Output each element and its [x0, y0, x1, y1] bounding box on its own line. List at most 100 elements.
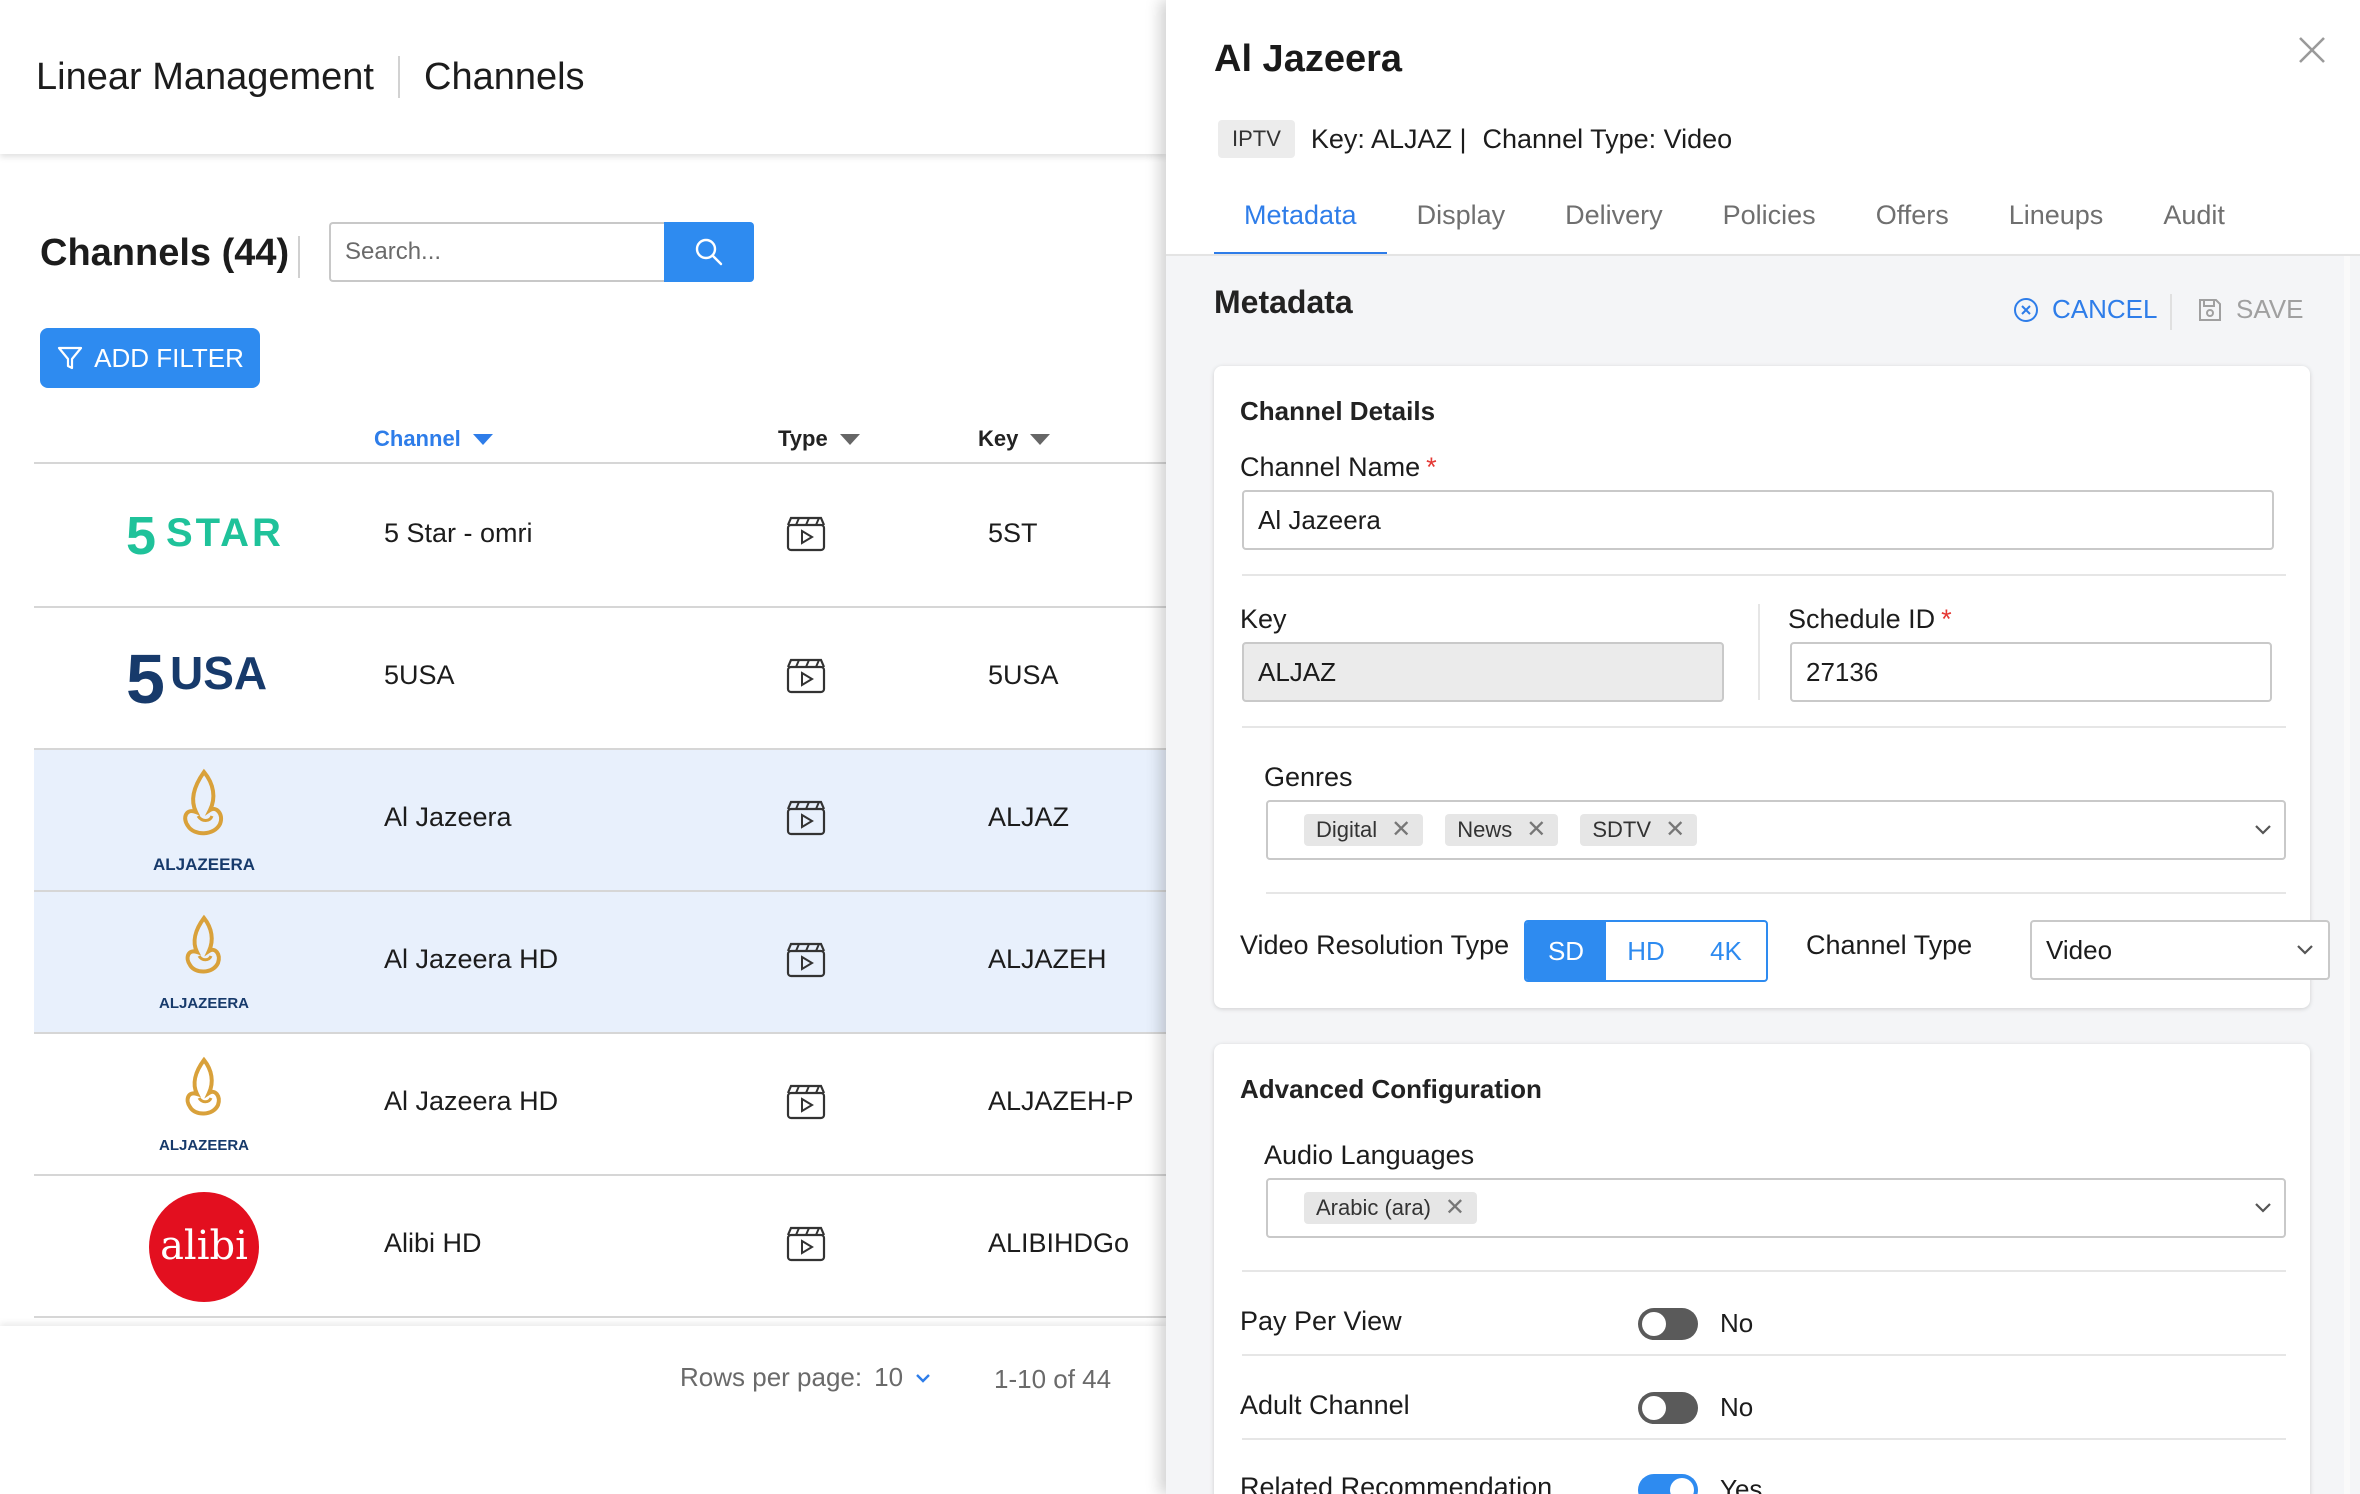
resolution-option-hd[interactable]: HD: [1606, 922, 1686, 980]
genre-chip: News ✕: [1445, 814, 1559, 846]
audio-languages-select[interactable]: Arabic (ara) ✕: [1266, 1178, 2286, 1238]
resolution-option-sd[interactable]: SD: [1526, 922, 1606, 980]
cancel-button[interactable]: CANCEL: [2012, 294, 2157, 325]
video-clapper-icon: [786, 942, 826, 978]
video-resolution-label: Video Resolution Type: [1240, 930, 1510, 960]
pagination-range: 1-10 of 44: [994, 1364, 1112, 1394]
channel-details-card: Channel Details Channel Name * Al Jazeera…: [1214, 366, 2330, 1008]
table-row[interactable]: 5 STAR 5 Star - omri 5ST: [34, 466, 1166, 608]
channel-logo-aljazeera: ALJAZEERA: [124, 908, 284, 1018]
title-divider: [298, 236, 300, 278]
svg-text:5: 5: [126, 506, 156, 566]
adult-channel-value: No: [1720, 1392, 1754, 1422]
table-row[interactable]: 5 USA 5USA 5USA: [34, 608, 1166, 750]
divider: [1242, 1354, 2286, 1356]
rows-per-page[interactable]: Rows per page: 10: [680, 1362, 931, 1393]
column-header-type[interactable]: Type: [778, 426, 860, 452]
chip-remove-icon[interactable]: ✕: [1665, 818, 1685, 842]
genre-chip: SDTV ✕: [1580, 814, 1698, 846]
vertical-divider: [1758, 604, 1760, 700]
channel-key: ALIBIHDGo: [988, 1228, 1130, 1258]
adult-channel-toggle[interactable]: [1638, 1392, 1698, 1424]
chevron-down-icon[interactable]: [2254, 824, 2272, 836]
resolution-option-4k[interactable]: 4K: [1686, 922, 1766, 980]
video-clapper-icon: [786, 1226, 826, 1262]
divider: [1266, 892, 2286, 894]
chevron-down-icon[interactable]: [2296, 944, 2314, 956]
chip-remove-icon[interactable]: ✕: [1391, 818, 1411, 842]
table-row[interactable]: alibi Alibi HD ALIBIHDGo: [34, 1176, 1166, 1318]
close-icon[interactable]: [2294, 32, 2330, 68]
chip-label: Digital: [1316, 817, 1378, 842]
tab-offers[interactable]: Offers: [1846, 190, 1979, 256]
key-field: ALJAZ: [1242, 642, 1724, 702]
tab-audit[interactable]: Audit: [2133, 190, 2255, 256]
video-clapper-icon: [786, 800, 826, 836]
tab-delivery[interactable]: Delivery: [1535, 190, 1693, 256]
related-recommendation-label: Related Recommendation: [1240, 1472, 1553, 1494]
add-filter-label: ADD FILTER: [94, 342, 244, 373]
table-row[interactable]: ALJAZEERA Al Jazeera ALJAZ: [34, 750, 1166, 892]
required-marker: *: [1941, 604, 1952, 634]
tab-metadata[interactable]: Metadata: [1214, 190, 1387, 256]
table-row[interactable]: ALJAZEERA Al Jazeera HD ALJAZEH-P: [34, 1034, 1166, 1176]
required-marker: *: [1426, 452, 1437, 482]
sort-caret-icon: [472, 433, 493, 445]
tab-policies[interactable]: Policies: [1693, 190, 1846, 256]
related-recommendation-toggle[interactable]: [1638, 1474, 1698, 1494]
pay-per-view-toggle[interactable]: [1638, 1308, 1698, 1340]
chevron-down-icon[interactable]: [915, 1372, 931, 1384]
toggle-knob: [1642, 1396, 1666, 1420]
video-resolution-toggle: SD HD 4K: [1524, 920, 1768, 982]
search-input[interactable]: [345, 238, 665, 266]
breadcrumb-linear-management[interactable]: Linear Management: [36, 56, 374, 99]
channel-name: 5 Star - omri: [384, 518, 533, 548]
key-label: Key: [1240, 604, 1287, 634]
column-header-key[interactable]: Key: [978, 426, 1051, 452]
svg-text:ALJAZEERA: ALJAZEERA: [159, 1137, 249, 1154]
channel-name-field[interactable]: Al Jazeera: [1242, 490, 2274, 550]
save-button[interactable]: SAVE: [2196, 294, 2303, 325]
divider: [1242, 574, 2286, 576]
panel-scrollbar[interactable]: [2344, 256, 2350, 1494]
divider: [1242, 726, 2286, 728]
channel-key: ALJAZ: [988, 802, 1070, 832]
channel-meta: IPTV Key: ALJAZ | Channel Type: Video: [1218, 120, 1732, 158]
save-icon: [2199, 298, 2221, 321]
tab-lineups[interactable]: Lineups: [1979, 190, 2134, 256]
add-filter-button[interactable]: ADD FILTER: [40, 328, 260, 388]
video-clapper-icon: [786, 1084, 826, 1120]
schedule-id-field[interactable]: 27136: [1790, 642, 2272, 702]
adult-channel-label: Adult Channel: [1240, 1390, 1410, 1420]
chevron-down-icon[interactable]: [2254, 1202, 2272, 1214]
pagination-footer: Rows per page: 10 1-10 of 44: [0, 1326, 1166, 1494]
pay-per-view-label: Pay Per View: [1240, 1306, 1402, 1336]
channel-key: ALJAZEH-P: [988, 1086, 1134, 1116]
genres-select[interactable]: Digital ✕ News ✕ SDTV ✕: [1266, 800, 2286, 860]
chip-remove-icon[interactable]: ✕: [1445, 1196, 1465, 1220]
iptv-badge: IPTV: [1218, 120, 1295, 158]
search-button[interactable]: [664, 222, 754, 282]
audio-language-chip: Arabic (ara) ✕: [1304, 1192, 1478, 1224]
table-row[interactable]: ALJAZEERA Al Jazeera HD ALJAZEH: [34, 892, 1166, 1034]
schedule-id-label: Schedule ID *: [1788, 604, 1952, 635]
channel-logo-5star: 5 STAR: [124, 482, 284, 592]
channel-type-select[interactable]: Video: [2030, 920, 2330, 980]
cancel-circle-icon: [2014, 297, 2038, 322]
chip-remove-icon[interactable]: ✕: [1526, 818, 1546, 842]
search-field[interactable]: [329, 222, 665, 282]
tab-display[interactable]: Display: [1387, 190, 1536, 256]
channel-type-value: Video: [2046, 934, 2113, 965]
channel-name-label-text: Channel Name: [1240, 452, 1421, 482]
detail-tabs: Metadata Display Delivery Policies Offer…: [1214, 190, 2255, 256]
card-title: Advanced Configuration: [1240, 1074, 1542, 1104]
svg-text:ALJAZEERA: ALJAZEERA: [153, 855, 255, 874]
rows-per-page-value[interactable]: 10: [874, 1362, 903, 1393]
svg-text:USA: USA: [170, 647, 267, 699]
column-header-channel[interactable]: Channel: [374, 426, 493, 452]
section-title: Metadata: [1214, 284, 1353, 320]
svg-text:ALJAZEERA: ALJAZEERA: [159, 995, 249, 1012]
divider: [1242, 1438, 2286, 1440]
breadcrumb-channels: Channels: [424, 55, 585, 98]
breadcrumb-divider: [398, 56, 400, 98]
